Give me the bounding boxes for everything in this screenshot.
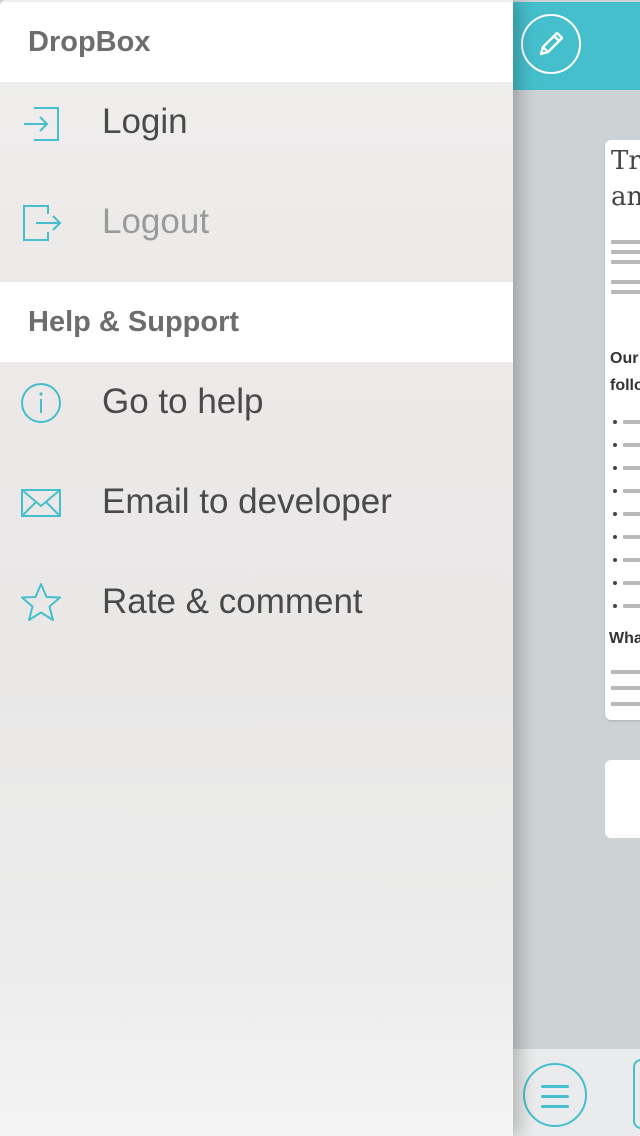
- logout-icon: [20, 202, 62, 244]
- document-text-line: [611, 240, 640, 244]
- section-header-label: Help & Support: [28, 305, 240, 338]
- document-bullet: [613, 512, 617, 516]
- document-text-line: [623, 489, 640, 493]
- menu-item-rate-comment[interactable]: Rate & comment: [0, 552, 513, 652]
- secondary-toolbar-button[interactable]: [633, 1059, 640, 1129]
- secondary-card[interactable]: [605, 760, 640, 838]
- edit-button[interactable]: [521, 14, 581, 74]
- document-text-line: [611, 290, 640, 294]
- navigation-drawer: DropBox Login Logout Help & Support Go t…: [0, 0, 513, 1136]
- document-text-line: [623, 466, 640, 470]
- menu-item-label: Go to help: [102, 382, 264, 421]
- document-text-line: [623, 558, 640, 562]
- document-text-line: [611, 280, 640, 284]
- document-heading-fragment: follo: [610, 377, 640, 394]
- pencil-icon: [534, 27, 568, 61]
- login-icon: [20, 102, 62, 144]
- menu-item-label: Login: [102, 102, 188, 141]
- document-bullet: [613, 466, 617, 470]
- menu-item-label: Logout: [102, 202, 210, 241]
- menu-item-login[interactable]: Login: [0, 72, 513, 172]
- section-header-help-support: Help & Support: [0, 282, 513, 362]
- main-bottombar: [513, 1049, 640, 1136]
- document-text-line: [611, 250, 640, 254]
- menu-item-label: Rate & comment: [102, 582, 363, 621]
- star-icon: [20, 582, 62, 624]
- document-text-line: [623, 512, 640, 516]
- document-bullet: [613, 489, 617, 493]
- document-text-line: [623, 420, 640, 424]
- main-topbar: [513, 2, 640, 90]
- document-title-fragment: an: [611, 182, 640, 212]
- document-bullet: [613, 604, 617, 608]
- document-bullet: [613, 535, 617, 539]
- menu-item-label: Email to developer: [102, 482, 392, 521]
- document-bullet: [613, 581, 617, 585]
- section-header-dropbox: DropBox: [0, 2, 513, 82]
- document-bullet: [613, 558, 617, 562]
- document-heading-fragment: Our: [610, 350, 639, 367]
- envelope-icon: [20, 482, 62, 524]
- menu-item-go-to-help[interactable]: Go to help: [0, 352, 513, 452]
- hamburger-menu-icon[interactable]: [523, 1063, 587, 1127]
- document-heading-fragment: Wha: [609, 630, 640, 647]
- section-header-label: DropBox: [28, 25, 151, 58]
- document-bullet: [613, 420, 617, 424]
- document-text-line: [611, 702, 640, 706]
- document-bullet: [613, 443, 617, 447]
- document-text-line: [623, 443, 640, 447]
- document-preview-card[interactable]: Tr an Our follo Wha: [605, 140, 640, 720]
- document-text-line: [623, 604, 640, 608]
- document-text-line: [611, 260, 640, 264]
- menu-item-email-developer[interactable]: Email to developer: [0, 452, 513, 552]
- document-text-line: [611, 686, 640, 690]
- document-title-fragment: Tr: [611, 146, 640, 176]
- info-icon: [20, 382, 62, 424]
- menu-item-logout[interactable]: Logout: [0, 172, 513, 272]
- document-text-line: [623, 535, 640, 539]
- document-text-line: [611, 670, 640, 674]
- document-text-line: [623, 581, 640, 585]
- main-screen: Tr an Our follo Wha: [513, 0, 640, 1136]
